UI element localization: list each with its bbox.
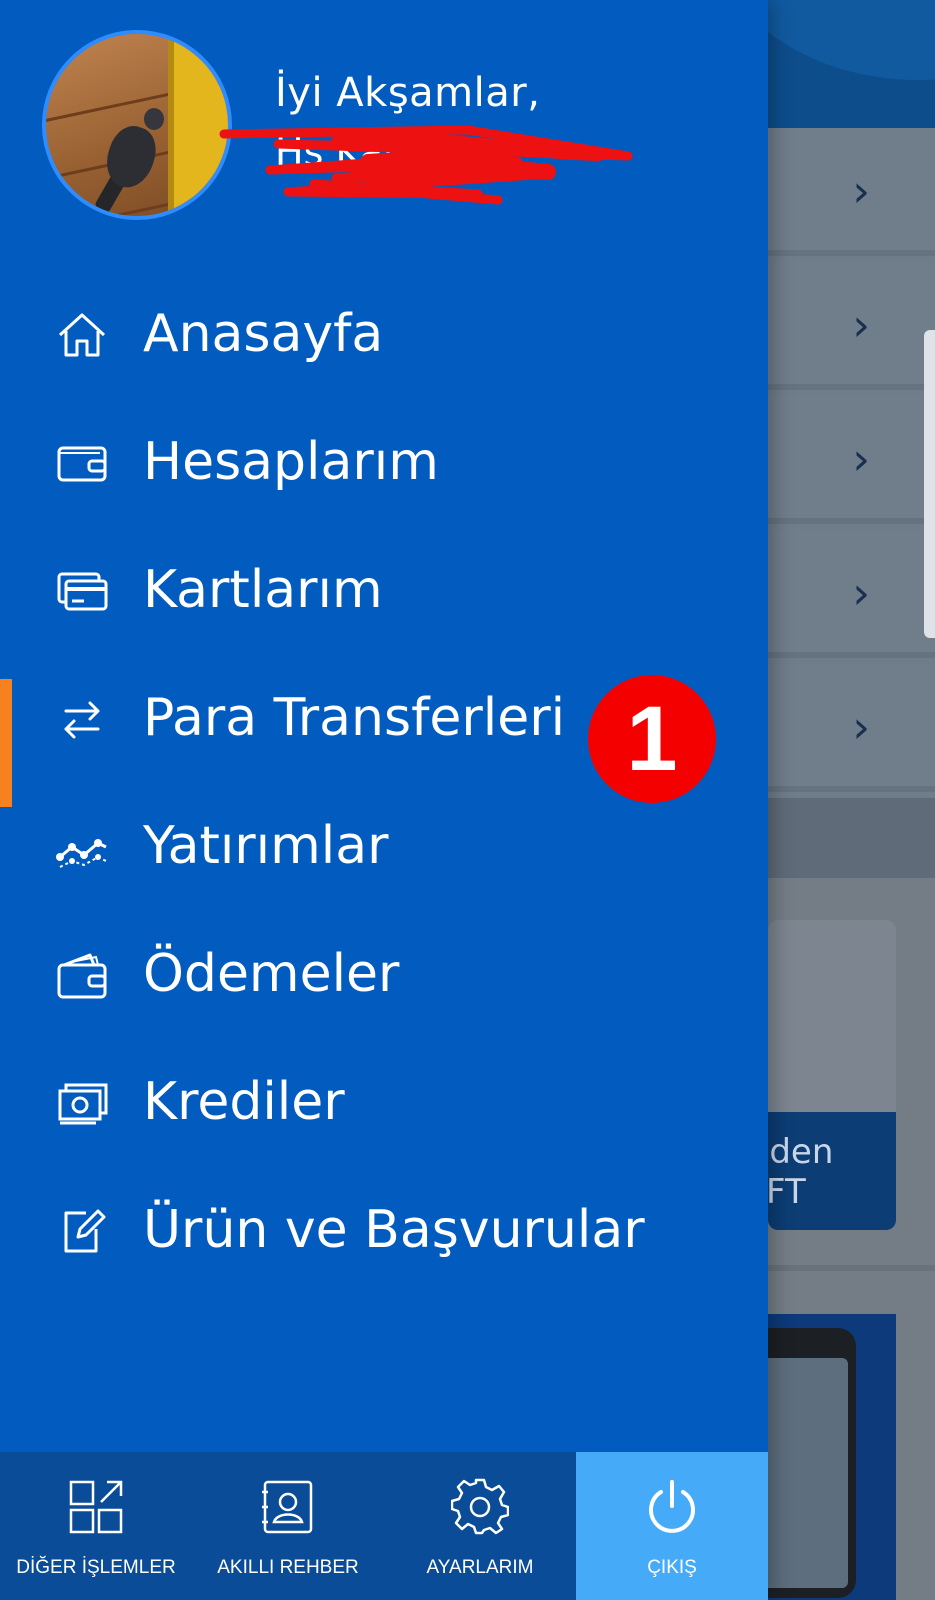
menu-item-odemeler[interactable]: Ödemeler bbox=[0, 915, 768, 1043]
diger-islemler-button[interactable]: DİĞER İŞLEMLER bbox=[0, 1452, 192, 1600]
bottom-bar: DİĞER İŞLEMLER AKILLI REHBER AYARLARIM Ç… bbox=[0, 1452, 768, 1600]
menu-item-krediler[interactable]: Krediler bbox=[0, 1043, 768, 1171]
menu-item-label: Hesaplarım bbox=[143, 432, 439, 492]
wallet-icon bbox=[56, 437, 108, 489]
chevron-right-icon: › bbox=[852, 166, 870, 217]
diger-islemler-label: DİĞER İŞLEMLER bbox=[16, 1557, 176, 1578]
akilli-rehber-button[interactable]: AKILLI REHBER bbox=[192, 1452, 384, 1600]
contact-book-icon bbox=[259, 1478, 317, 1536]
background-gap bbox=[768, 798, 935, 878]
cikis-label: ÇIKIŞ bbox=[647, 1557, 697, 1578]
menu-item-label: Krediler bbox=[143, 1072, 345, 1132]
greeting-text: İyi Akşamlar, bbox=[275, 70, 541, 116]
background-promo-image bbox=[768, 1314, 896, 1600]
menu-item-label: Ürün ve Başvurular bbox=[143, 1200, 645, 1260]
background-divider bbox=[768, 1265, 935, 1271]
cards-icon bbox=[56, 565, 108, 617]
akilli-rehber-label: AKILLI REHBER bbox=[217, 1557, 359, 1578]
redaction-scribble bbox=[219, 125, 633, 205]
menu-item-label: Ödemeler bbox=[143, 944, 400, 1004]
background-card-text-1: 'den bbox=[768, 1132, 834, 1172]
chevron-right-icon: › bbox=[852, 702, 870, 753]
navigation-drawer: İyi Akşamlar, Hş Kar Anasayfa Hesaplarım… bbox=[0, 0, 768, 1600]
menu-item-kartlarim[interactable]: Kartlarım bbox=[0, 531, 768, 659]
background-row: › bbox=[768, 664, 935, 792]
payment-wallet-icon bbox=[56, 949, 108, 1001]
chevron-right-icon: › bbox=[852, 568, 870, 619]
menu-item-hesaplarim[interactable]: Hesaplarım bbox=[0, 403, 768, 531]
menu-item-anasayfa[interactable]: Anasayfa bbox=[0, 275, 768, 403]
ayarlarim-label: AYARLARIM bbox=[426, 1557, 534, 1578]
menu-item-label: Para Transferleri bbox=[143, 688, 566, 748]
edit-document-icon bbox=[56, 1205, 108, 1257]
gear-icon bbox=[450, 1478, 510, 1536]
menu-item-urun-ve-basvurular[interactable]: Ürün ve Başvurular bbox=[0, 1171, 768, 1299]
menu-item-yatirimlar[interactable]: Yatırımlar bbox=[0, 787, 768, 915]
background-row: › bbox=[768, 396, 935, 524]
background-row: › bbox=[768, 128, 935, 256]
avatar[interactable] bbox=[42, 30, 232, 220]
menu-item-label: Yatırımlar bbox=[143, 816, 389, 876]
background-card-text-2: FT bbox=[768, 1172, 806, 1212]
background-header bbox=[768, 0, 935, 128]
background-card-banner: 'den FT bbox=[768, 1112, 896, 1230]
transfer-arrows-icon bbox=[56, 693, 108, 745]
menu-item-label: Kartlarım bbox=[143, 560, 383, 620]
annotation-badge: 1 bbox=[588, 675, 716, 803]
menu-item-label: Anasayfa bbox=[143, 304, 384, 364]
power-icon bbox=[643, 1478, 701, 1536]
cikis-button[interactable]: ÇIKIŞ bbox=[576, 1452, 768, 1600]
grid-arrow-icon bbox=[67, 1478, 125, 1536]
investment-graph-icon bbox=[56, 821, 108, 873]
ayarlarim-button[interactable]: AYARLARIM bbox=[384, 1452, 576, 1600]
background-row: › bbox=[768, 262, 935, 390]
chevron-right-icon: › bbox=[852, 434, 870, 485]
background-scrollbar bbox=[924, 330, 935, 638]
home-icon bbox=[56, 309, 108, 361]
background-card: 'den FT bbox=[768, 920, 896, 1230]
background-row: › bbox=[768, 530, 935, 658]
credit-cash-icon bbox=[56, 1077, 108, 1129]
chevron-right-icon: › bbox=[852, 300, 870, 351]
